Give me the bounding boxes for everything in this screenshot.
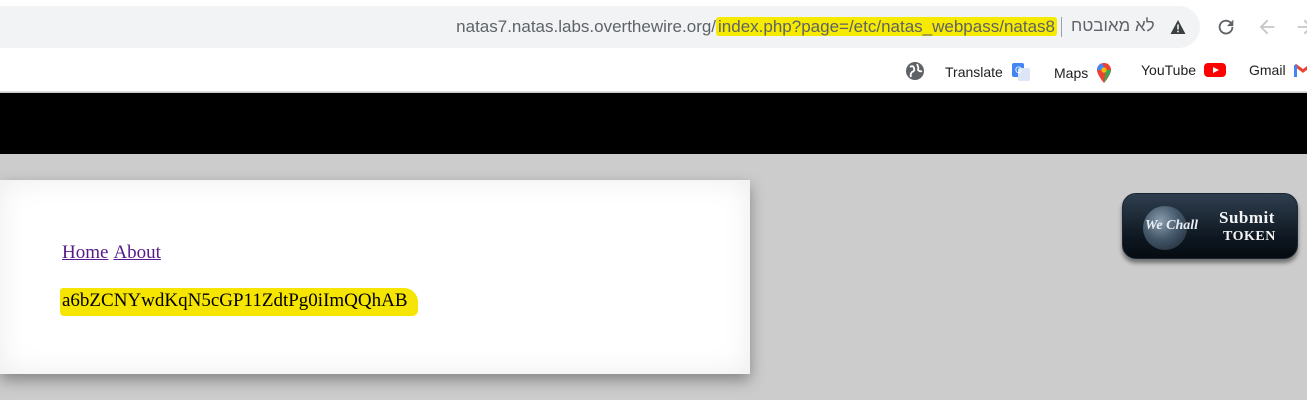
bookmark-maps[interactable]: Maps bbox=[1054, 62, 1112, 84]
youtube-icon bbox=[1204, 63, 1227, 77]
submit-label: Submit bbox=[1219, 208, 1275, 227]
bookmark-label: Gmail bbox=[1249, 62, 1286, 78]
home-link[interactable]: Home bbox=[62, 242, 108, 263]
wechall-submit-token-button[interactable]: We Chall Submit TOKEN bbox=[1122, 193, 1298, 259]
bookmark-gmail[interactable]: Gmail bbox=[1249, 62, 1307, 78]
globe-icon[interactable] bbox=[905, 61, 925, 81]
password-text: a6bZCNYwdKqN5cGP11ZdtPg0iImQQhAB bbox=[60, 288, 418, 316]
url-host: natas7.natas.labs.overthewire.org/ bbox=[456, 17, 717, 36]
about-link[interactable]: About bbox=[113, 242, 161, 263]
wechall-logo-text: We Chall bbox=[1145, 218, 1199, 233]
browser-toolbar: natas7.natas.labs.overthewire.org/index.… bbox=[0, 0, 1307, 52]
bookmarks-bar: Translate G Maps YouTube Gmail bbox=[0, 52, 1307, 92]
url-text[interactable]: natas7.natas.labs.overthewire.org/index.… bbox=[456, 17, 1057, 37]
bookmark-youtube[interactable]: YouTube bbox=[1141, 62, 1227, 78]
forward-arrow-icon[interactable] bbox=[1294, 16, 1307, 38]
gmail-icon bbox=[1293, 63, 1307, 77]
token-label: TOKEN bbox=[1223, 229, 1276, 244]
reload-icon[interactable] bbox=[1215, 16, 1237, 38]
security-label[interactable]: לא מאובטח bbox=[1071, 16, 1155, 36]
page-nav: Home About bbox=[62, 242, 166, 264]
translate-icon: G bbox=[1011, 63, 1030, 81]
address-separator bbox=[1061, 17, 1062, 37]
bookmark-label: Translate bbox=[945, 64, 1003, 80]
bookmark-label: YouTube bbox=[1141, 62, 1197, 78]
maps-icon bbox=[1097, 63, 1112, 83]
bookmark-translate[interactable]: Translate G bbox=[945, 62, 1031, 82]
content-card: Home About a6bZCNYwdKqN5cGP11ZdtPg0iImQQh… bbox=[0, 180, 750, 374]
back-arrow-icon[interactable] bbox=[1256, 16, 1278, 38]
bookmark-label: Maps bbox=[1054, 65, 1089, 81]
page-header-band bbox=[0, 93, 1307, 154]
warning-icon[interactable] bbox=[1170, 19, 1186, 35]
svg-text:G: G bbox=[1015, 65, 1022, 75]
url-path: index.php?page=/etc/natas_webpass/natas8 bbox=[716, 17, 1057, 36]
